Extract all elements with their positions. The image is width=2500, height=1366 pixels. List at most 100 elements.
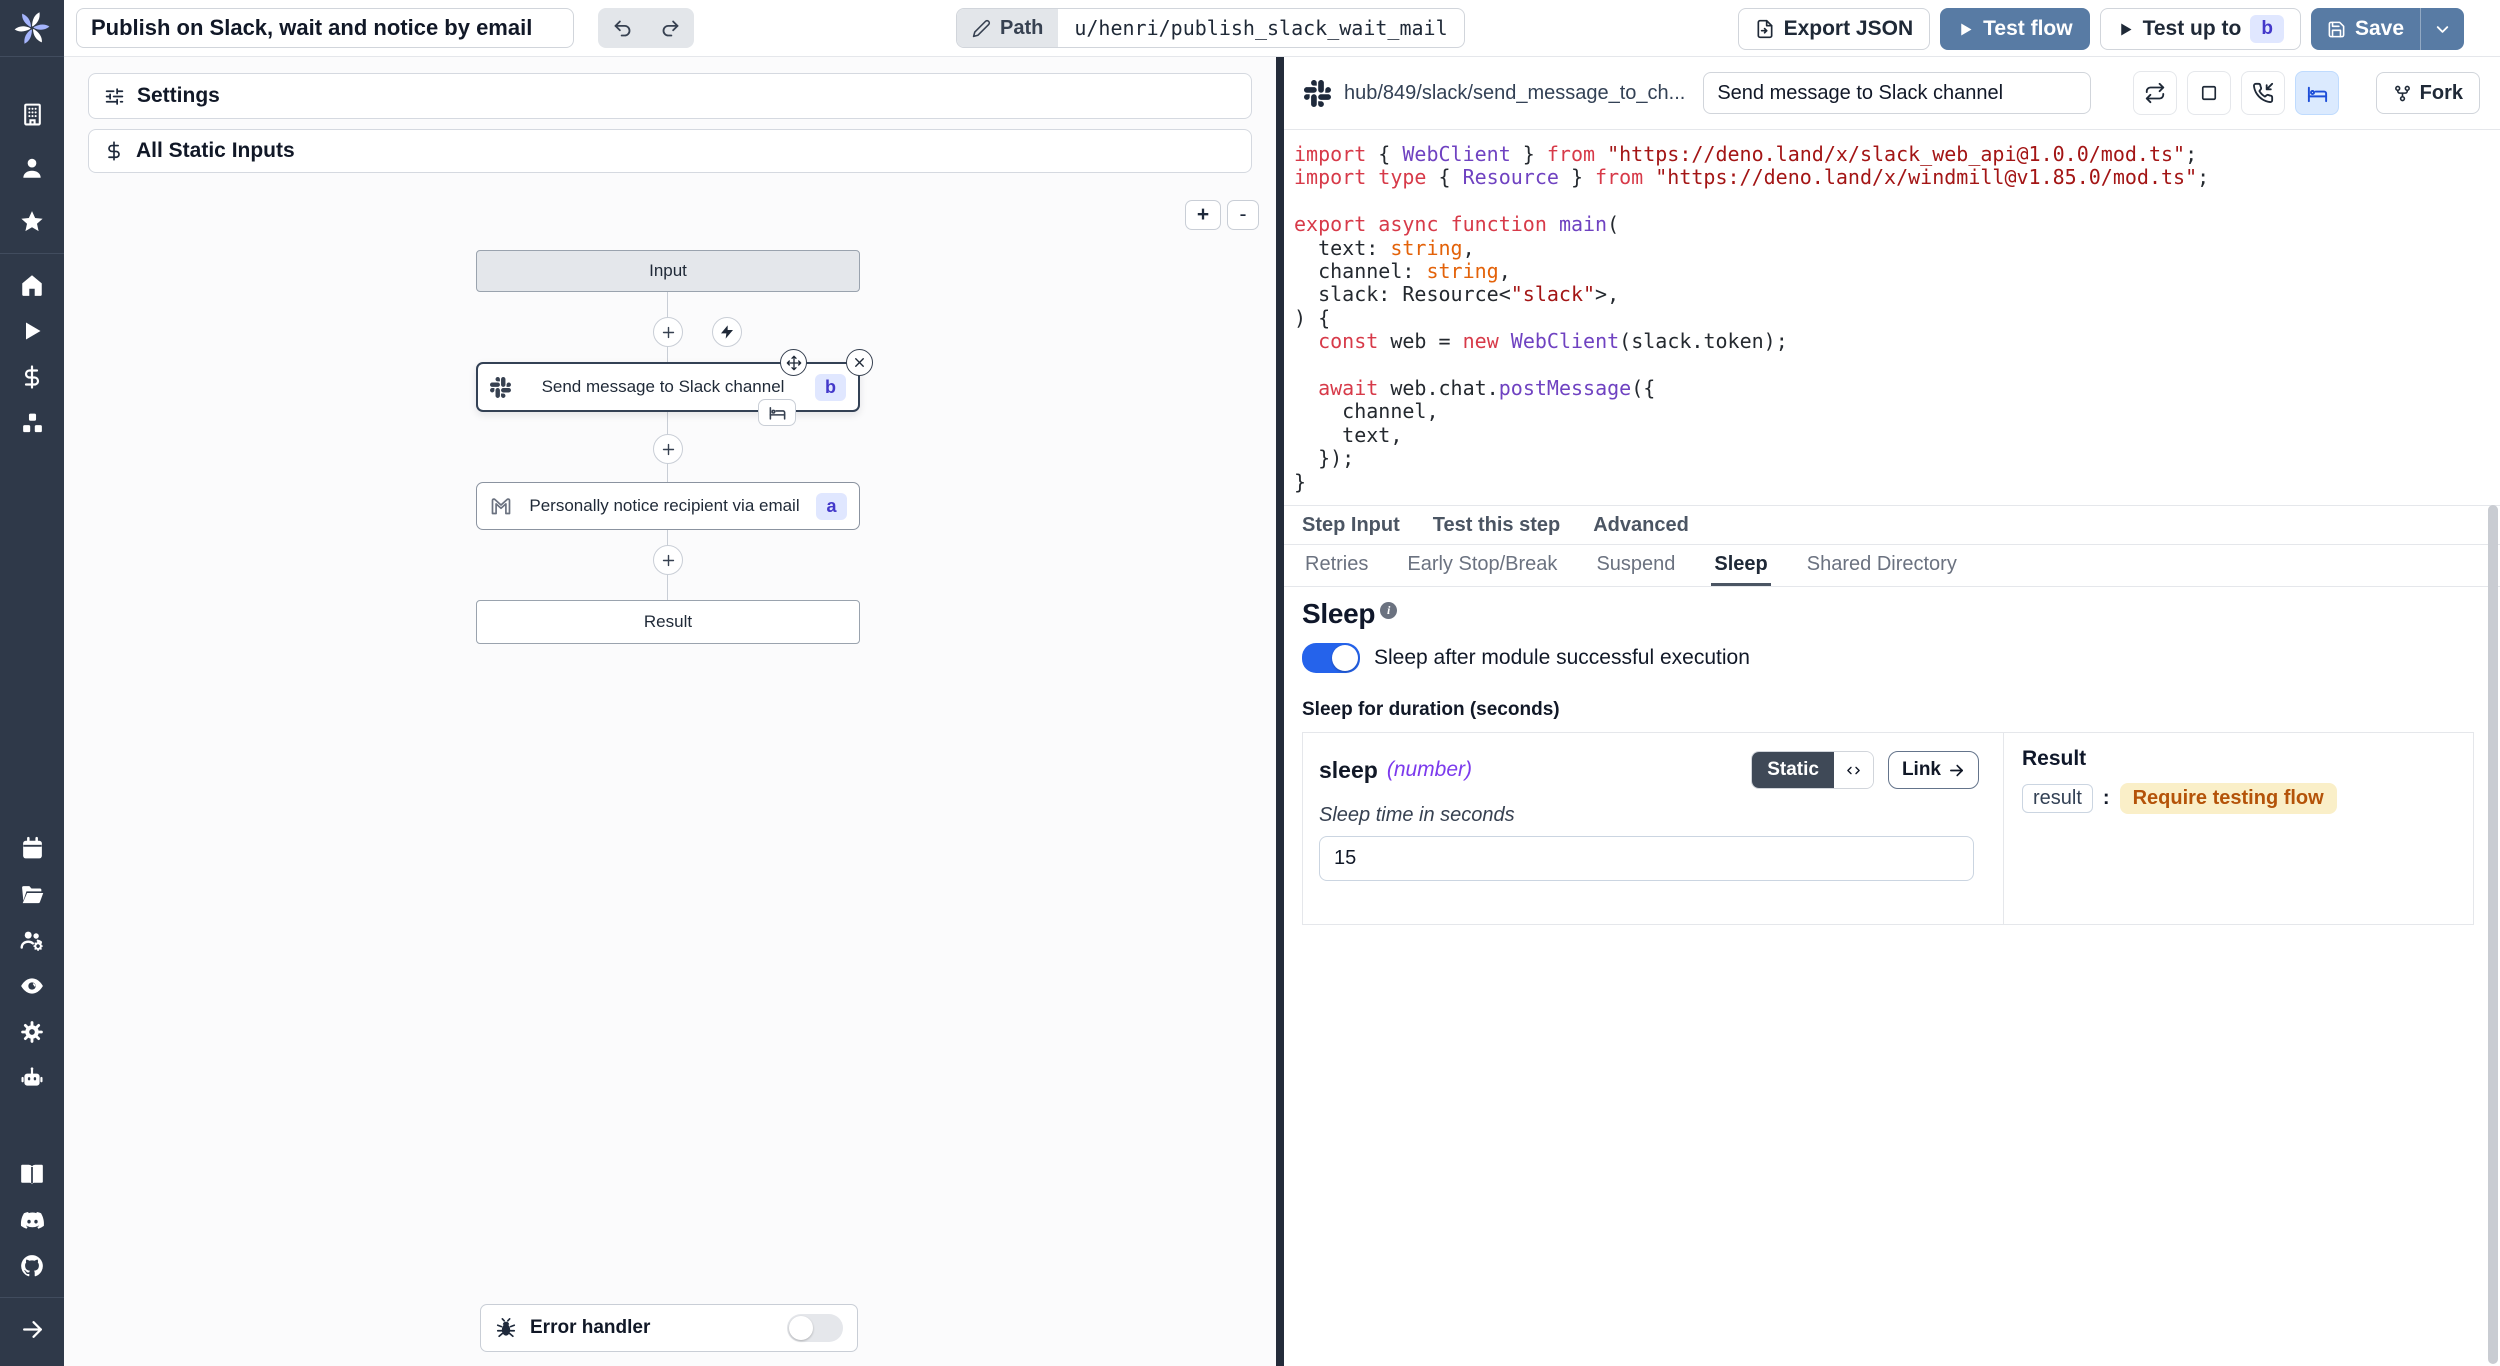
calendar-icon — [20, 836, 45, 861]
sidebar-item-home[interactable] — [0, 262, 64, 308]
step-feature-toggles — [2133, 71, 2339, 115]
sidebar-item-runs[interactable] — [0, 308, 64, 354]
sleep-seconds-input[interactable] — [1319, 836, 1974, 881]
info-icon[interactable]: i — [1380, 602, 1397, 619]
sleep-settings-section: Sleep i Sleep after module successful ex… — [1284, 587, 2500, 925]
bed-icon — [768, 403, 787, 422]
delete-step-button[interactable] — [846, 349, 873, 376]
repeat-icon — [2144, 82, 2166, 104]
code-editor[interactable]: import { WebClient } from "https://deno.… — [1284, 130, 2500, 505]
gear-icon — [19, 1019, 45, 1045]
input-mode-segmented-control: Static — [1751, 751, 1874, 789]
flow-node-result[interactable]: Result — [476, 600, 860, 644]
redo-button[interactable] — [646, 8, 694, 48]
sidebar-item-github[interactable] — [0, 1243, 64, 1289]
step-detail-panel: hub/849/slack/send_message_to_ch... Fork… — [1284, 57, 2500, 1366]
trigger-zap-button[interactable] — [712, 317, 742, 347]
sidebar-item-audit-logs[interactable] — [0, 963, 64, 1009]
link-result-button[interactable]: Link — [1888, 751, 1979, 789]
bed-icon — [2306, 82, 2329, 105]
gmail-icon — [489, 494, 513, 518]
test-flow-button[interactable]: Test flow — [1940, 8, 2089, 50]
save-dropdown-button[interactable] — [2420, 8, 2464, 50]
vertical-scrollbar[interactable] — [2488, 505, 2498, 1364]
github-icon — [19, 1253, 45, 1279]
windmill-logo[interactable] — [0, 0, 64, 57]
field-name: sleep — [1319, 757, 1378, 784]
suspend-button[interactable] — [2241, 71, 2285, 115]
square-icon — [2199, 83, 2219, 103]
insert-step-button-1[interactable] — [653, 317, 683, 347]
step-sleep-indicator[interactable] — [758, 399, 796, 426]
all-static-inputs-button[interactable]: All Static Inputs — [88, 129, 1252, 173]
sidebar-item-resources[interactable] — [0, 400, 64, 446]
result-preview-panel: Result result : Require testing flow — [2004, 733, 2473, 924]
result-value-chip: Require testing flow — [2120, 783, 2337, 814]
windmill-logo-icon — [14, 10, 50, 46]
building-icon — [20, 102, 45, 127]
test-flow-label: Test flow — [1983, 17, 2072, 41]
static-mode-button[interactable]: Static — [1752, 752, 1834, 788]
sidebar-item-favorites[interactable] — [0, 199, 64, 245]
sidebar-item-settings[interactable] — [0, 1009, 64, 1055]
bot-icon — [19, 1065, 45, 1091]
sleep-button[interactable] — [2295, 71, 2339, 115]
fork-label: Fork — [2420, 82, 2463, 105]
zoom-in-button[interactable]: + — [1185, 200, 1221, 230]
sidebar-item-discord[interactable] — [0, 1197, 64, 1243]
zoom-out-button[interactable]: - — [1227, 200, 1259, 230]
tab-test-this-step[interactable]: Test this step — [1433, 514, 1560, 537]
phone-incoming-icon — [2252, 82, 2274, 104]
sidebar-item-workspace[interactable] — [0, 91, 64, 137]
plus-icon — [660, 324, 677, 341]
insert-step-button-3[interactable] — [653, 545, 683, 575]
play-icon — [1957, 21, 1974, 38]
sidebar-item-user[interactable] — [0, 145, 64, 191]
export-json-button[interactable]: Export JSON — [1738, 8, 1931, 50]
topbar-actions: Export JSON Test flow Test up to b Save — [1738, 8, 2464, 50]
insert-step-button-2[interactable] — [653, 434, 683, 464]
discord-icon — [19, 1207, 46, 1234]
sleep-form-container: sleep (number) Static Link Sleep time in… — [1302, 732, 2474, 925]
sleep-enabled-toggle[interactable] — [1302, 643, 1360, 673]
move-step-button[interactable] — [780, 349, 807, 376]
sidebar-item-docs[interactable] — [0, 1151, 64, 1197]
sidebar-item-variables[interactable] — [0, 354, 64, 400]
left-rail — [0, 0, 64, 1366]
expression-mode-button[interactable] — [1834, 752, 1873, 788]
subtab-retries[interactable]: Retries — [1302, 545, 1371, 586]
flow-node-email-step[interactable]: Personally notice recipient via email a — [476, 482, 860, 530]
early-stop-button[interactable] — [2187, 71, 2231, 115]
flow-node-slack-label: Send message to Slack channel — [511, 377, 815, 397]
subtab-suspend[interactable]: Suspend — [1593, 545, 1678, 586]
tab-step-input[interactable]: Step Input — [1302, 514, 1400, 537]
sidebar-item-schedules[interactable] — [0, 825, 64, 871]
sidebar-item-groups[interactable] — [0, 917, 64, 963]
sidebar-item-workers[interactable] — [0, 1055, 64, 1101]
panel-resize-splitter[interactable] — [1276, 57, 1284, 1366]
sleep-duration-label: Sleep for duration (seconds) — [1302, 699, 2482, 721]
flow-settings-button[interactable]: Settings — [88, 73, 1252, 119]
path-editor[interactable]: Path u/henri/publish_slack_wait_mail — [956, 8, 1465, 48]
error-handler-toggle[interactable] — [787, 1314, 843, 1342]
retries-button[interactable] — [2133, 71, 2177, 115]
flow-node-input[interactable]: Input — [476, 250, 860, 292]
result-key-pill: result — [2022, 784, 2093, 813]
step-name-input[interactable] — [1703, 72, 2091, 114]
subtab-shared-directory[interactable]: Shared Directory — [1804, 545, 1960, 586]
sidebar-expand-button[interactable] — [0, 1306, 64, 1352]
undo-button[interactable] — [598, 8, 646, 48]
test-up-to-button[interactable]: Test up to b — [2100, 8, 2301, 50]
subtab-early-stop[interactable]: Early Stop/Break — [1404, 545, 1560, 586]
tab-advanced[interactable]: Advanced — [1593, 514, 1689, 537]
path-value: u/henri/publish_slack_wait_mail — [1058, 9, 1463, 47]
flow-node-slack-id-badge: b — [815, 374, 846, 401]
flow-title-input[interactable] — [76, 8, 574, 48]
error-handler-node[interactable]: Error handler — [480, 1304, 858, 1352]
save-button-group: Save — [2311, 8, 2464, 50]
save-button[interactable]: Save — [2311, 8, 2420, 50]
sidebar-item-folders[interactable] — [0, 871, 64, 917]
topbar: Path u/henri/publish_slack_wait_mail Exp… — [64, 0, 2500, 57]
fork-button[interactable]: Fork — [2376, 72, 2480, 114]
subtab-sleep[interactable]: Sleep — [1711, 545, 1770, 586]
